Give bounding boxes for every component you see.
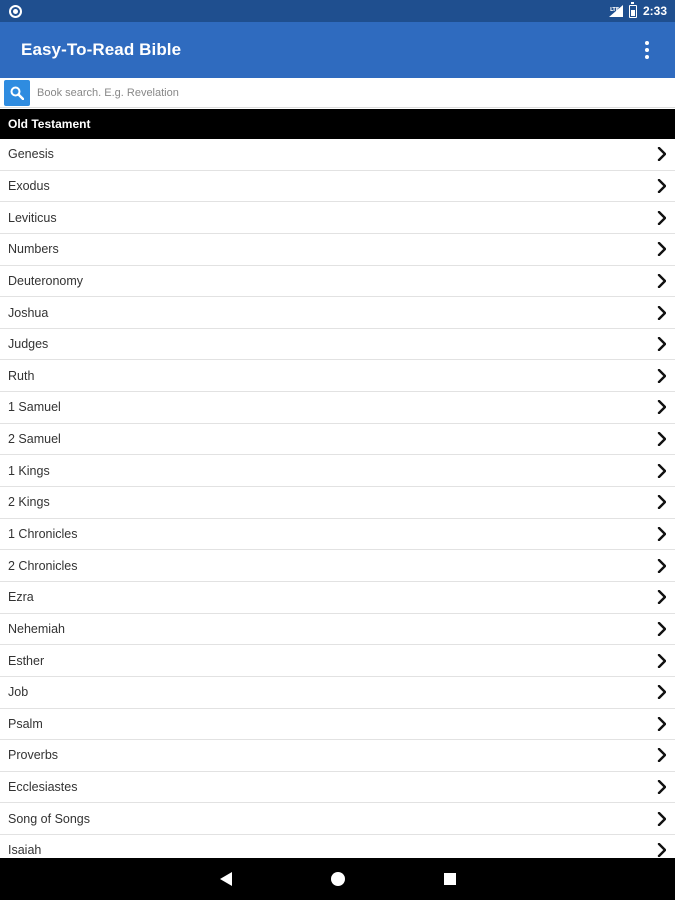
book-name: Leviticus [8,210,57,225]
book-name: 2 Kings [8,495,50,510]
chevron-right-icon [657,685,667,700]
navigation-bar [0,858,675,900]
search-input[interactable] [37,80,637,105]
chevron-right-icon [657,527,667,541]
chevron-right-icon [657,843,667,858]
book-list-item[interactable]: Joshua [0,297,675,329]
book-name: Judges [8,337,49,352]
book-list-item[interactable]: Deuteronomy [0,265,675,298]
chevron-right-icon [657,811,667,826]
book-name: Job [8,685,29,700]
book-name: Genesis [8,147,54,162]
book-list-item[interactable]: Ecclesiastes [0,771,675,804]
book-name: Proverbs [8,748,59,763]
book-list-item[interactable]: 2 Samuel [0,423,675,456]
book-name: Ruth [8,368,35,383]
battery-icon [628,1,637,18]
back-icon [219,872,232,886]
chevron-right-icon [657,653,667,668]
book-list-item[interactable]: Nehemiah [0,613,675,646]
status-right: LTE 2:33 [608,1,667,18]
status-left [9,4,22,18]
search-icon [10,86,24,100]
sync-icon [9,4,22,18]
section-header-old-testament: Old Testament [0,109,675,139]
chevron-right-icon [657,621,667,636]
chevron-right-icon [657,495,667,510]
book-name: Numbers [8,242,59,257]
search-button[interactable] [4,79,30,106]
signal-icon: LTE [608,5,623,17]
book-name: 1 Samuel [8,400,61,415]
book-list-item[interactable]: Genesis [0,139,675,171]
chevron-right-icon [657,242,667,257]
book-list-item[interactable]: 1 Chronicles [0,518,675,551]
home-button[interactable] [282,858,394,900]
chevron-right-icon [657,273,667,288]
chevron-right-icon [657,147,667,162]
chevron-right-icon [657,558,667,573]
chevron-right-icon [657,716,667,731]
book-list-item[interactable]: Judges [0,328,675,361]
section-title: Old Testament [8,117,91,131]
chevron-right-icon [657,748,667,763]
book-name: Nehemiah [8,621,65,636]
recents-button[interactable] [394,858,506,900]
book-list-item[interactable]: 2 Kings [0,487,675,519]
svg-text:LTE: LTE [610,7,620,13]
book-list-item[interactable]: Psalm [0,708,675,741]
status-bar: LTE 2:33 [0,0,675,22]
book-list-item[interactable]: Isaiah [0,835,675,858]
chevron-right-icon [657,210,667,225]
recents-icon [443,873,456,885]
book-list-item[interactable]: Esther [0,645,675,677]
back-button[interactable] [170,858,282,900]
chevron-right-icon [657,178,667,193]
book-list-item[interactable]: Proverbs [0,740,675,772]
book-name: Exodus [8,178,50,193]
book-name: 2 Chronicles [8,558,78,573]
book-name: Isaiah [8,843,42,858]
overflow-menu-icon[interactable] [639,38,655,62]
book-name: 1 Kings [8,463,50,478]
book-name: 2 Samuel [8,432,61,447]
book-list-item[interactable]: Ruth [0,360,675,393]
book-list-item[interactable]: 1 Samuel [0,392,675,424]
app-title: Easy-To-Read Bible [21,40,182,59]
book-list-item[interactable]: Numbers [0,233,675,266]
book-name: 1 Chronicles [8,527,78,541]
book-name: Ezra [8,590,34,605]
chevron-right-icon [657,463,667,478]
home-icon [330,872,345,886]
book-list-item[interactable]: Job [0,676,675,709]
book-list: Genesis Exodus Leviticus Numbers Deuteronomy… [0,139,675,858]
book-list-item[interactable]: Leviticus [0,202,675,234]
chevron-right-icon [657,337,667,352]
book-list-item[interactable]: Ezra [0,581,675,614]
chevron-right-icon [657,305,667,320]
book-name: Ecclesiastes [8,780,78,795]
app-bar: Easy-To-Read Bible [0,22,675,78]
book-list-item[interactable]: Song of Songs [0,803,675,836]
book-name: Psalm [8,716,43,731]
chevron-right-icon [657,780,667,795]
book-list-item[interactable]: 2 Chronicles [0,550,675,582]
chevron-right-icon [657,432,667,447]
book-list-item[interactable]: Exodus [0,170,675,203]
book-name: Esther [8,653,45,668]
status-time: 2:33 [642,4,667,18]
book-name: Joshua [8,305,49,320]
book-list-item[interactable]: 1 Kings [0,455,675,488]
book-name: Song of Songs [8,811,91,826]
chevron-right-icon [657,590,667,605]
chevron-right-icon [657,368,667,383]
book-name: Deuteronomy [8,273,84,288]
search-bar [0,78,675,108]
chevron-right-icon [657,400,667,415]
